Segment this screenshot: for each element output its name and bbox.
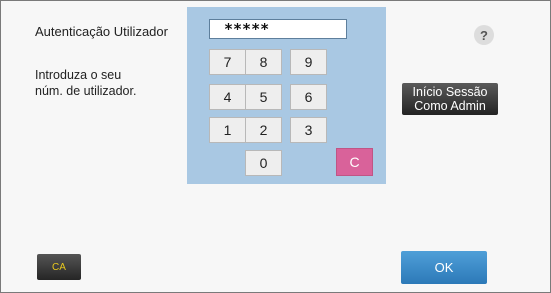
- login-dialog: Autenticação Utilizador Introduza o seu …: [0, 0, 551, 293]
- key-0[interactable]: 0: [245, 150, 282, 176]
- user-number-field[interactable]: *****: [209, 19, 347, 39]
- key-6[interactable]: 6: [290, 84, 327, 110]
- key-5[interactable]: 5: [245, 84, 282, 110]
- numeric-keypad: ***** 7 8 9 4 5 6 1 2 3 0 C: [187, 7, 386, 184]
- key-4[interactable]: 4: [209, 84, 246, 110]
- admin-login-button[interactable]: Início Sessão Como Admin: [402, 83, 498, 115]
- instruction-text: Introduza o seu núm. de utilizador.: [35, 68, 137, 98]
- key-2[interactable]: 2: [245, 117, 282, 143]
- key-7[interactable]: 7: [209, 49, 246, 75]
- admin-login-label-line2: Como Admin: [414, 99, 486, 113]
- key-1[interactable]: 1: [209, 117, 246, 143]
- ca-button[interactable]: CA: [37, 254, 81, 280]
- key-9[interactable]: 9: [290, 49, 327, 75]
- key-3[interactable]: 3: [290, 117, 327, 143]
- ok-button[interactable]: OK: [401, 251, 487, 284]
- key-8[interactable]: 8: [245, 49, 282, 75]
- clear-button[interactable]: C: [336, 148, 373, 176]
- help-icon[interactable]: ?: [474, 25, 494, 45]
- page-title: Autenticação Utilizador: [35, 24, 168, 39]
- admin-login-label-line1: Início Sessão: [412, 85, 488, 99]
